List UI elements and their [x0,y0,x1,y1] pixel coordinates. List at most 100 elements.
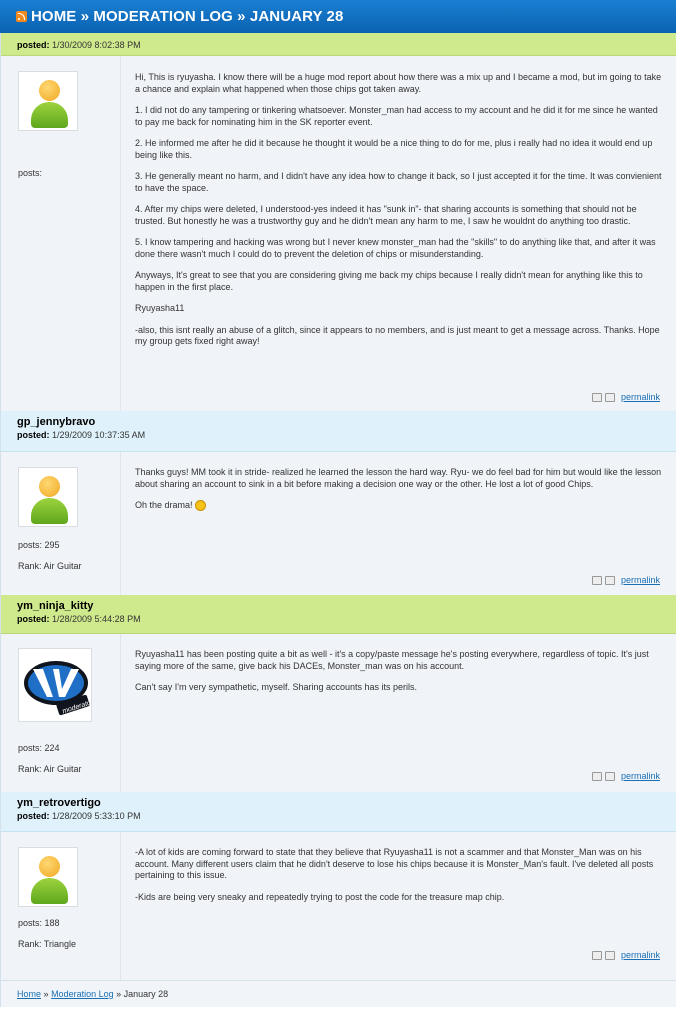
posts-label: posts: [18,918,43,928]
smiley-icon [195,500,207,512]
thumbs-up-icon[interactable] [591,576,602,586]
post-author-panel: posts: 295 Rank: Air Guitar [1,452,121,595]
breadcrumb-section-link[interactable]: Moderation Log [51,989,114,999]
posted-value: 1/28/2009 5:44:28 PM [52,614,141,624]
header-bar: HOME » MODERATION LOG » JANUARY 28 [0,0,682,33]
header-current-page: JANUARY 28 [249,8,344,25]
permalink-link[interactable]: permalink [621,392,660,404]
thumbs-up-icon[interactable] [591,393,602,403]
post-paragraph: -A lot of kids are coming forward to sta… [135,847,654,880]
post-actions: permalink [591,575,660,587]
post-paragraph: 5. I know tampering and hacking was wron… [135,237,656,259]
breadcrumb-current: January 28 [123,989,169,999]
post-author[interactable]: gp_jennybravo [17,415,660,429]
posted-value: 1/28/2009 5:33:10 PM [52,811,141,821]
post-date: posted: 1/30/2009 8:02:38 PM [17,39,660,51]
rank-label: Rank: [18,939,42,949]
rss-icon[interactable] [16,11,27,22]
post-body: posts: 188 Rank: Triangle -A lot of kids… [1,832,676,980]
avatar-body-icon [31,498,68,524]
post-count: posts: 188 [18,918,60,928]
post-actions: permalink [591,771,660,783]
post-paragraph: Ryuyasha11 [135,303,185,313]
post-author-panel: posts: 188 Rank: Triangle [1,832,121,980]
post-header: gp_jennybravo posted: 1/29/2009 10:37:35… [1,411,676,452]
post-count: posts: [18,168,42,178]
post-date: posted: 1/28/2009 5:33:10 PM [17,810,660,822]
posted-value: 1/30/2009 8:02:38 PM [52,40,141,50]
post-paragraph: Thanks guys! MM took it in stride- reali… [135,467,662,489]
rank-label: Rank: [18,561,42,571]
header-separator: » [80,8,90,25]
header-section-link[interactable]: MODERATION LOG [93,8,232,25]
thumbs-up-icon[interactable] [591,772,602,782]
breadcrumb-separator: » [43,989,49,999]
user-rank: Rank: Triangle [18,939,76,949]
breadcrumb-separator: » [116,989,122,999]
header-home-link[interactable]: HOME [31,8,76,25]
post-author[interactable]: ym_ninja_kitty [17,599,660,613]
posts-count-value: 188 [44,918,60,928]
permalink-link[interactable]: permalink [621,771,660,783]
post-header: posted: 1/30/2009 8:02:38 PM [1,33,676,56]
rank-value: Air Guitar [43,561,82,571]
avatar[interactable] [18,467,78,527]
avatar-body-icon [31,102,68,128]
post-date: posted: 1/28/2009 5:44:28 PM [17,613,660,625]
post-paragraph: Oh the drama! [135,500,193,510]
thumbs-down-icon[interactable] [604,576,615,586]
post-list: posted: 1/30/2009 8:02:38 PM posts: Hi, … [0,33,676,1007]
breadcrumb: Home » Moderation Log » January 28 [1,981,676,1007]
post-author-panel: posts: [1,56,121,411]
post-actions: permalink [591,392,660,404]
post: ym_retrovertigo posted: 1/28/2009 5:33:1… [1,792,676,980]
post-content: Ryuyasha11 has been posting quite a bit … [121,634,676,792]
post-paragraph-with-smiley: Oh the drama! [135,500,662,512]
post-author[interactable]: ym_retrovertigo [17,796,660,810]
rank-value: Triangle [43,939,77,949]
post-paragraph: Hi, This is ryuyasha. I know there will … [135,72,662,94]
post-actions: permalink [591,950,660,962]
post-body: moderator posts: 224 Rank: Air Guitar Ry… [1,634,676,792]
posted-label: posted: [17,430,50,440]
thumbs-down-icon[interactable] [604,951,615,961]
posted-label: posted: [17,811,50,821]
user-rank: Rank: Air Guitar [18,764,82,774]
post-paragraph: Ryuyasha11 has been posting quite a bit … [135,649,649,671]
post-date: posted: 1/29/2009 10:37:35 AM [17,429,660,441]
thumbs-up-icon[interactable] [591,951,602,961]
avatar-head-icon [39,476,60,497]
posts-count-value: 224 [44,743,60,753]
post: ym_ninja_kitty posted: 1/28/2009 5:44:28… [1,595,676,792]
page: HOME » MODERATION LOG » JANUARY 28 poste… [0,0,682,1023]
posted-label: posted: [17,614,50,624]
avatar[interactable] [18,71,78,131]
moderator-logo[interactable]: moderator [18,648,92,722]
thumbs-down-icon[interactable] [604,393,615,403]
permalink-link[interactable]: permalink [621,575,660,587]
post-content: -A lot of kids are coming forward to sta… [121,832,676,980]
breadcrumb-home-link[interactable]: Home [17,989,41,999]
post-paragraph: -also, this isnt really an abuse of a gl… [135,324,660,347]
avatar-head-icon [39,80,60,101]
post-body: posts: Hi, This is ryuyasha. I know ther… [1,56,676,411]
avatar-body-icon [31,878,68,904]
post-paragraph: 2. He informed me after he did it becaus… [135,138,653,160]
post-count: posts: 295 [18,540,60,550]
avatar[interactable] [18,847,78,907]
post-body: posts: 295 Rank: Air Guitar Thanks guys!… [1,452,676,595]
post-header: ym_ninja_kitty posted: 1/28/2009 5:44:28… [1,595,676,634]
page-title: HOME » MODERATION LOG » JANUARY 28 [31,8,343,25]
posted-label: posted: [17,40,50,50]
post-content: Thanks guys! MM took it in stride- reali… [121,452,676,595]
rank-label: Rank: [18,764,42,774]
posts-count-value: 295 [44,540,60,550]
user-rank: Rank: Air Guitar [18,561,82,571]
permalink-link[interactable]: permalink [621,950,660,962]
rank-value: Air Guitar [43,764,82,774]
post-paragraph: Can't say I'm very sympathetic, myself. … [135,682,418,692]
thumbs-down-icon[interactable] [604,772,615,782]
post-author-panel: moderator posts: 224 Rank: Air Guitar [1,634,121,792]
post-paragraph: 1. I did not do any tampering or tinkeri… [135,105,658,127]
post-content: Hi, This is ryuyasha. I know there will … [121,56,676,411]
